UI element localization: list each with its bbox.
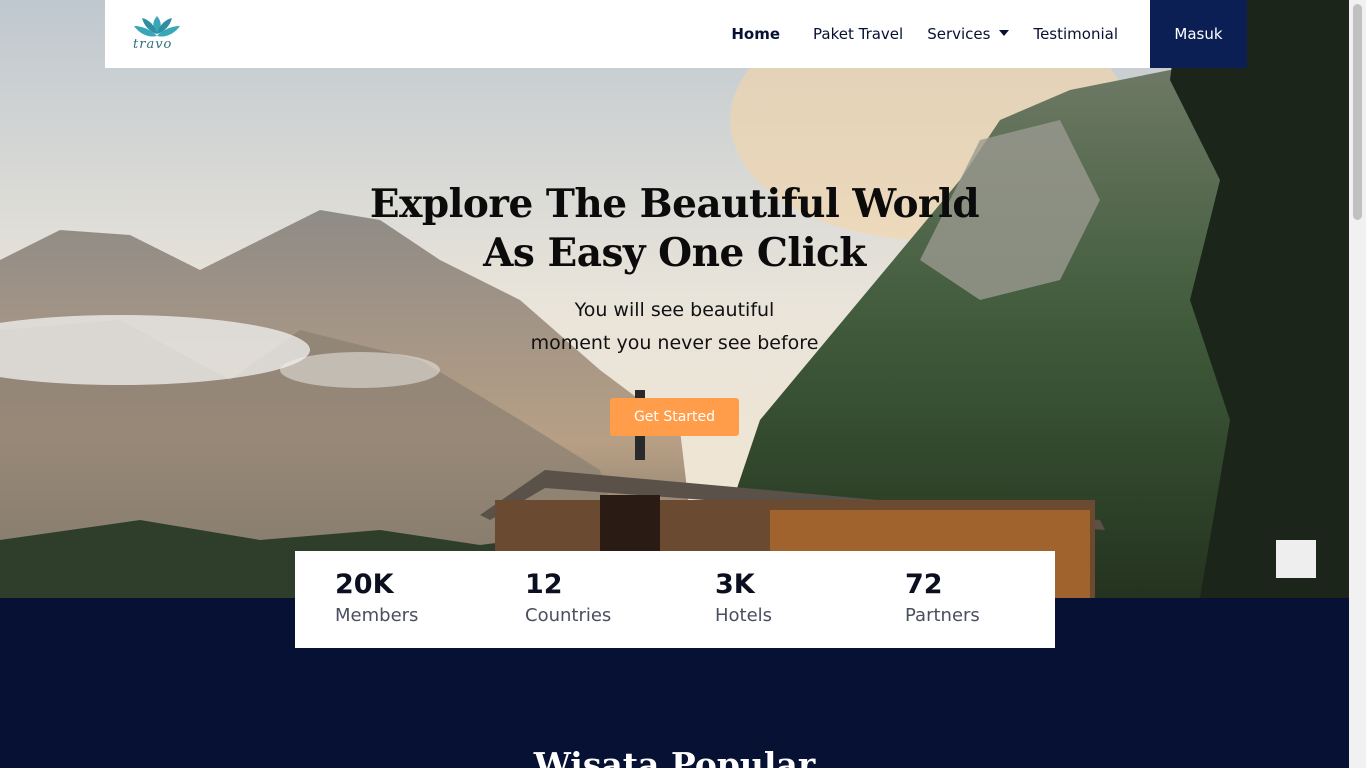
nav-testimonial[interactable]: Testimonial <box>1033 25 1118 43</box>
stat-hotels: 3K Hotels <box>715 567 772 629</box>
stat-members: 20K Members <box>335 567 418 629</box>
get-started-button[interactable]: Get Started <box>610 398 739 436</box>
page-scrollbar[interactable] <box>1349 0 1366 768</box>
stat-label: Members <box>335 605 419 626</box>
stats-card: 20K Members 12 Countries 3K Hotels 72 Pa… <box>295 551 1055 648</box>
nav-home[interactable]: Home <box>731 25 780 43</box>
hero-title: Explore The Beautiful World As Easy One … <box>0 180 1349 278</box>
chevron-down-icon <box>999 29 1010 36</box>
hero-title-line-1: Explore The Beautiful World <box>369 181 980 227</box>
stat-value: 20K <box>335 569 394 600</box>
nav-services-label: Services <box>927 25 991 43</box>
stat-label: Hotels <box>715 605 773 626</box>
section-title-wisata-popular: Wisata Popular <box>533 745 816 768</box>
hero-subtitle: You will see beautiful moment you never … <box>0 294 1349 360</box>
stat-value: 72 <box>905 569 943 600</box>
nav-services[interactable]: Services <box>927 25 1010 43</box>
hero-subtitle-line-2: moment you never see before <box>530 332 819 354</box>
hero-subtitle-line-1: You will see beautiful <box>574 299 775 321</box>
scrollbar-thumb[interactable] <box>1353 4 1362 220</box>
navbar: travo Home Paket Travel Services Testimo… <box>105 0 1150 68</box>
stat-value: 3K <box>715 569 755 600</box>
brand-name: travo <box>133 37 173 52</box>
hero-title-line-2: As Easy One Click <box>483 230 866 276</box>
stat-label: Countries <box>525 605 612 626</box>
stat-countries: 12 Countries <box>525 567 611 629</box>
stat-label: Partners <box>905 605 980 626</box>
login-button[interactable]: Masuk <box>1150 0 1247 68</box>
nav-paket-travel[interactable]: Paket Travel <box>813 25 903 43</box>
stat-value: 12 <box>525 569 563 600</box>
nav-links: Home Paket Travel Services Testimonial <box>707 0 1150 68</box>
stat-partners: 72 Partners <box>905 567 980 629</box>
